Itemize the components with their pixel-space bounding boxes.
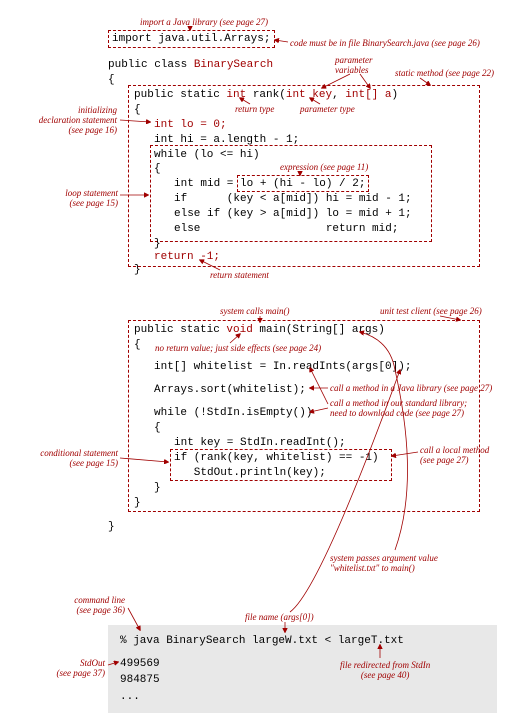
arrows-overlay: [0, 0, 522, 725]
